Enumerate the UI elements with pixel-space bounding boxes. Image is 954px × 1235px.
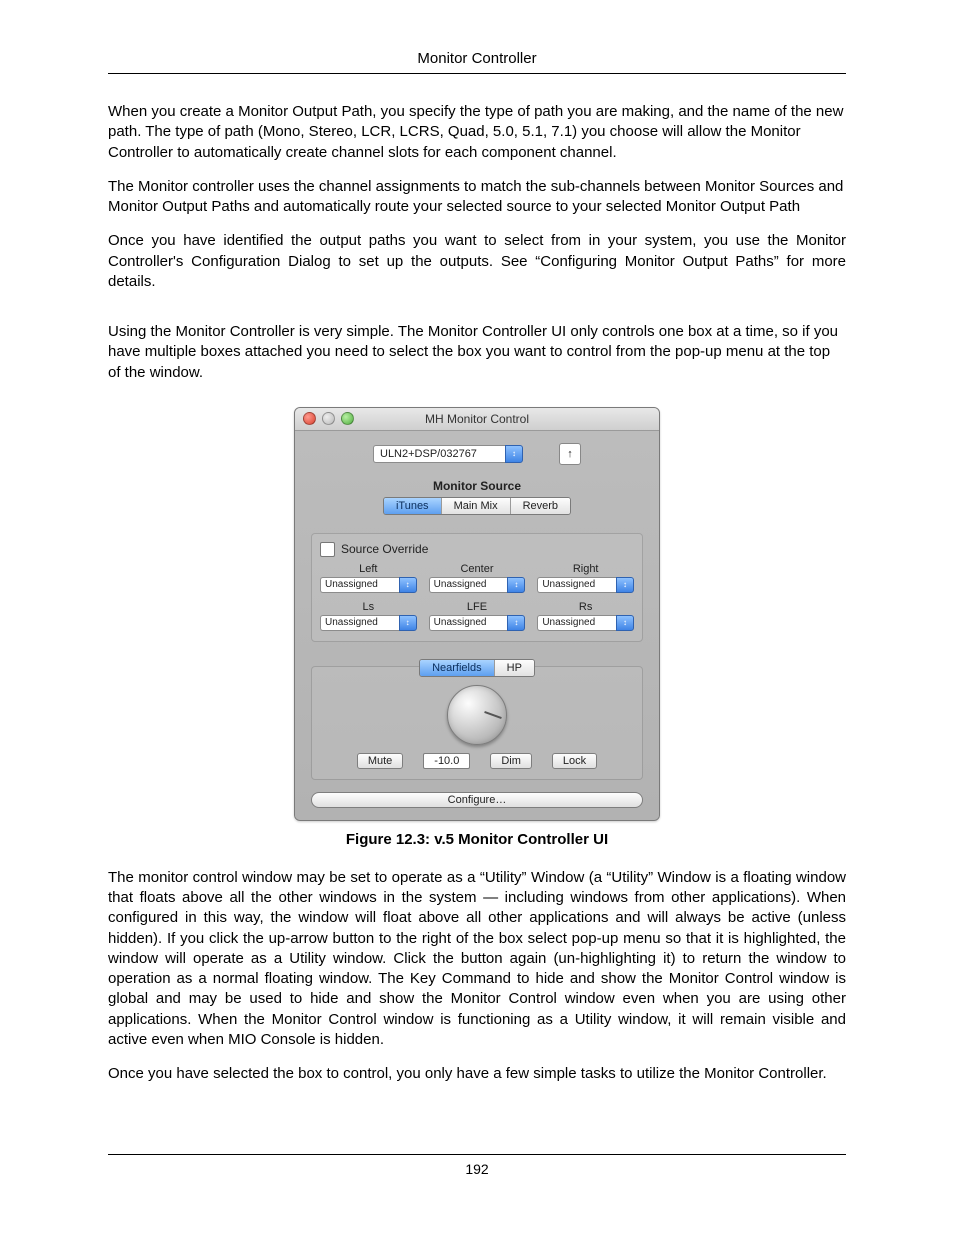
paragraph-5: The monitor control window may be set to… [108, 868, 846, 1050]
lock-button[interactable]: Lock [552, 753, 597, 769]
utility-toggle-button[interactable]: ↑ [559, 443, 581, 465]
level-readout[interactable]: -10.0 [423, 753, 470, 769]
source-override-label: Source Override [341, 542, 428, 556]
channel-center: Center Unassigned ↕ [429, 563, 526, 593]
mute-button[interactable]: Mute [357, 753, 403, 769]
source-tab-2[interactable]: Reverb [511, 498, 570, 514]
channel-value: Unassigned [320, 615, 399, 631]
channel-rs-select[interactable]: Unassigned ↕ [537, 615, 634, 631]
paragraph-2: The Monitor controller uses the channel … [108, 177, 846, 218]
chevron-updown-icon: ↕ [507, 577, 525, 593]
source-tab-0[interactable]: iTunes [384, 498, 442, 514]
channel-label: Center [429, 563, 526, 575]
channel-label: Left [320, 563, 417, 575]
figure-caption: Figure 12.3: v.5 Monitor Controller UI [108, 831, 846, 848]
arrow-up-icon: ↑ [567, 448, 573, 460]
channel-label: Right [537, 563, 634, 575]
monitor-source-label: Monitor Source [311, 479, 643, 493]
chevron-updown-icon: ↕ [399, 615, 417, 631]
output-tab-1[interactable]: HP [495, 660, 534, 676]
channel-value: Unassigned [429, 615, 508, 631]
chevron-updown-icon: ↕ [505, 445, 523, 463]
figure: MH Monitor Control ULN2+DSP/032767 ↕ ↑ M… [108, 407, 846, 848]
channel-rs: Rs Unassigned ↕ [537, 601, 634, 631]
channel-label: Rs [537, 601, 634, 613]
channel-left-select[interactable]: Unassigned ↕ [320, 577, 417, 593]
channel-value: Unassigned [537, 615, 616, 631]
output-tab-0[interactable]: Nearfields [420, 660, 495, 676]
channel-value: Unassigned [429, 577, 508, 593]
channel-label: Ls [320, 601, 417, 613]
channel-label: LFE [429, 601, 526, 613]
chevron-updown-icon: ↕ [399, 577, 417, 593]
channel-lfe: LFE Unassigned ↕ [429, 601, 526, 631]
box-select[interactable]: ULN2+DSP/032767 ↕ [373, 445, 523, 463]
configure-button[interactable]: Configure… [311, 792, 643, 808]
channel-right: Right Unassigned ↕ [537, 563, 634, 593]
channel-ls-select[interactable]: Unassigned ↕ [320, 615, 417, 631]
window-title: MH Monitor Control [295, 412, 659, 426]
volume-knob[interactable] [447, 685, 507, 745]
dim-button[interactable]: Dim [490, 753, 532, 769]
window-titlebar: MH Monitor Control [295, 408, 659, 431]
channel-value: Unassigned [320, 577, 399, 593]
chevron-updown-icon: ↕ [616, 577, 634, 593]
channel-right-select[interactable]: Unassigned ↕ [537, 577, 634, 593]
chevron-updown-icon: ↕ [616, 615, 634, 631]
monitor-control-window: MH Monitor Control ULN2+DSP/032767 ↕ ↑ M… [294, 407, 660, 821]
paragraph-4: Using the Monitor Controller is very sim… [108, 322, 846, 383]
paragraph-3: Once you have identified the output path… [108, 231, 846, 292]
paragraph-1: When you create a Monitor Output Path, y… [108, 102, 846, 163]
paragraph-6: Once you have selected the box to contro… [108, 1064, 846, 1084]
box-select-value: ULN2+DSP/032767 [373, 445, 505, 463]
output-section: Nearfields HP Mute -10.0 Dim Lock [311, 666, 643, 780]
channel-ls: Ls Unassigned ↕ [320, 601, 417, 631]
channel-value: Unassigned [537, 577, 616, 593]
channel-lfe-select[interactable]: Unassigned ↕ [429, 615, 526, 631]
source-override-checkbox[interactable] [320, 542, 335, 557]
page-number: 192 [108, 1154, 846, 1177]
source-override-group: Source Override Left Unassigned ↕ Center [311, 533, 643, 642]
chevron-updown-icon: ↕ [507, 615, 525, 631]
monitor-source-segmented[interactable]: iTunes Main Mix Reverb [383, 497, 571, 515]
channel-center-select[interactable]: Unassigned ↕ [429, 577, 526, 593]
page-header: Monitor Controller [108, 50, 846, 74]
output-tabs[interactable]: Nearfields HP [419, 659, 535, 677]
source-tab-1[interactable]: Main Mix [442, 498, 511, 514]
channel-left: Left Unassigned ↕ [320, 563, 417, 593]
